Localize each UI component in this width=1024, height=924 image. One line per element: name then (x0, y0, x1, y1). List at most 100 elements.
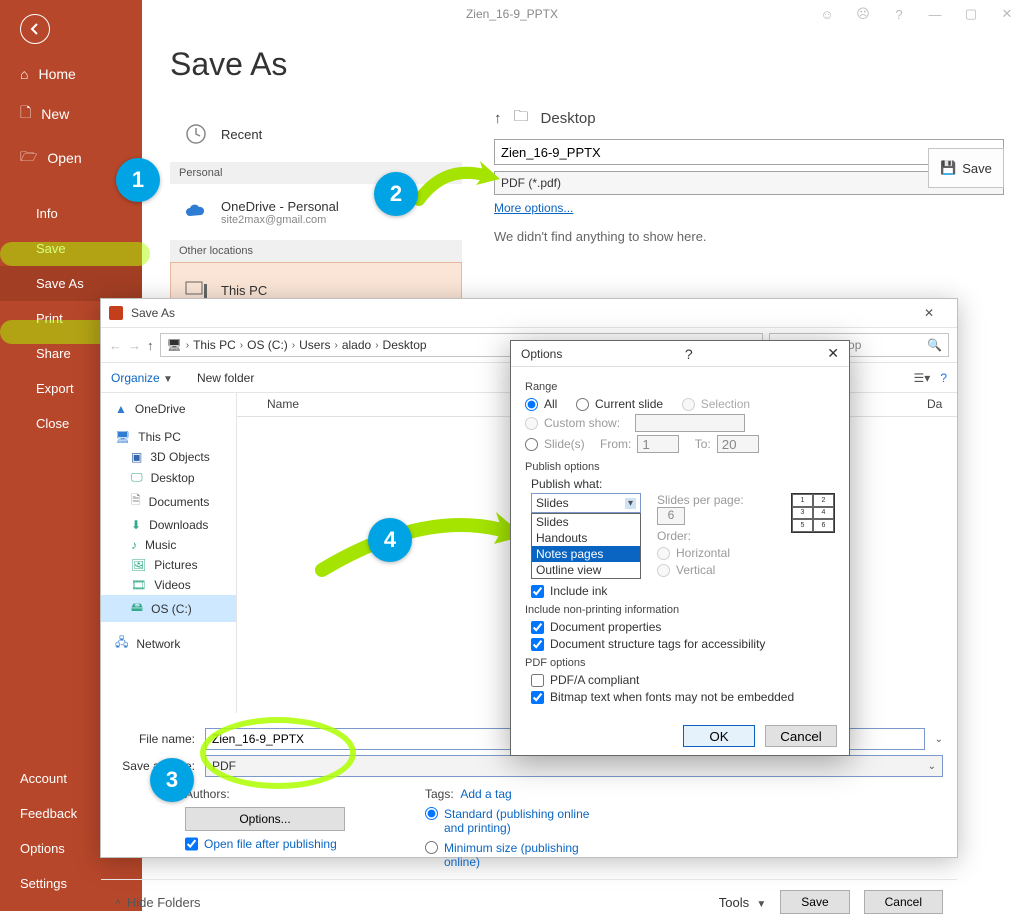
cube-icon: ▣ (131, 450, 142, 464)
callout-arrow-2 (414, 160, 504, 210)
bitmap-checkbox[interactable] (531, 691, 544, 704)
callout-badge-2: 2 (374, 172, 418, 216)
pc-icon: 🖥 (167, 338, 182, 352)
help-icon[interactable]: ? (890, 5, 908, 23)
options-cancel-button[interactable]: Cancel (765, 725, 837, 747)
optimize-min-radio[interactable] (425, 841, 438, 854)
tree-music[interactable]: ♪Music (101, 535, 236, 555)
location-recent[interactable]: Recent (170, 106, 462, 162)
dropdown-option-slides[interactable]: Slides (532, 514, 640, 530)
optimize-standard-radio[interactable] (425, 807, 438, 820)
tree-documents[interactable]: 🗎Documents (101, 488, 236, 515)
folder-open-icon: 🗁 (20, 146, 37, 170)
open-after-checkbox[interactable] (185, 837, 198, 851)
publish-what-select[interactable]: Slides▾ (531, 493, 641, 513)
nav-home[interactable]: ⌂Home (0, 56, 142, 92)
docstruct-checkbox[interactable] (531, 638, 544, 651)
options-close-icon[interactable]: ✕ (827, 345, 839, 362)
callout-badge-4: 4 (368, 518, 412, 562)
face-icon[interactable]: ☺ (818, 5, 836, 23)
callout-badge-1: 1 (116, 158, 160, 202)
face2-icon[interactable]: ☹ (854, 5, 872, 23)
nav-saveas[interactable]: Save As (0, 266, 142, 301)
publish-group-label: Publish options (525, 461, 835, 473)
nav-fwd-icon[interactable]: → (128, 338, 141, 353)
help-icon[interactable]: ? (940, 371, 947, 385)
up-icon[interactable]: ↑ (494, 110, 502, 127)
doc-icon: 🗎 (131, 491, 141, 512)
pdfa-checkbox[interactable] (531, 674, 544, 687)
options-dialog-title: Options (521, 347, 562, 361)
locations-column: Recent Personal OneDrive - Personalsite2… (170, 106, 462, 318)
back-button[interactable] (20, 14, 50, 44)
dialog-cancel-button[interactable]: Cancel (864, 890, 943, 914)
music-icon: ♪ (131, 538, 137, 552)
to-input (717, 435, 759, 453)
pdf-options-dialog: Options ? ✕ Range All Current slide Sele… (510, 340, 850, 756)
save-button[interactable]: 💾 Save (928, 148, 1004, 188)
folder-tree[interactable]: ▲OneDrive 🖥This PC ▣3D Objects 🖵Desktop … (101, 393, 237, 713)
clock-icon (183, 121, 209, 147)
pdfopts-group-label: PDF options (525, 657, 835, 669)
file-icon: 🗋 (20, 102, 31, 126)
nav-up-icon[interactable]: ↑ (147, 338, 154, 353)
nav-info[interactable]: Info (0, 196, 142, 231)
save-disk-icon: 💾 (940, 160, 956, 176)
dropdown-option-notes[interactable]: Notes pages (532, 546, 640, 562)
export-options-button[interactable]: Options... (185, 807, 345, 831)
tree-osc[interactable]: 🖴OS (C:) (101, 595, 236, 622)
hide-folders-toggle[interactable]: ˄Hide Folders (115, 895, 201, 910)
nav-new[interactable]: 🗋New (0, 92, 142, 136)
empty-message: We didn't find anything to show here. (494, 229, 1004, 244)
tree-pictures[interactable]: 🖼Pictures (101, 555, 236, 575)
options-help-icon[interactable]: ? (685, 346, 693, 362)
range-selection-radio (682, 398, 695, 411)
tools-menu[interactable]: Tools ▼ (719, 895, 767, 910)
minimize-icon[interactable]: — (926, 5, 944, 23)
picture-icon: 🖼 (131, 558, 146, 572)
nav-back-icon[interactable]: ← (109, 338, 122, 353)
range-current-radio[interactable] (576, 398, 589, 411)
tree-videos[interactable]: 🎞Videos (101, 575, 236, 595)
include-ink-checkbox[interactable] (531, 585, 544, 598)
new-folder-button[interactable]: New folder (197, 371, 254, 385)
drive-icon: 🖴 (131, 598, 143, 619)
tree-thispc[interactable]: 🖥This PC (101, 427, 236, 447)
add-tag-link[interactable]: Add a tag (460, 787, 511, 801)
powerpoint-icon (109, 306, 123, 320)
folder-icon: 🗀 (514, 106, 529, 131)
search-icon: 🔍 (927, 338, 942, 352)
nonprint-group-label: Include non-printing information (525, 604, 835, 616)
highlight-circle (200, 717, 356, 789)
organize-menu[interactable]: Organize ▼ (111, 371, 173, 385)
tree-network[interactable]: 🖧Network (101, 630, 236, 657)
save-details-column: ↑ 🗀 Desktop PDF (*.pdf)▼ More options...… (494, 106, 1004, 244)
publish-what-dropdown[interactable]: Slides Handouts Notes pages Outline view (531, 513, 641, 579)
tree-desktop[interactable]: 🖵Desktop (101, 467, 236, 488)
close-icon[interactable]: ✕ (998, 5, 1016, 23)
desktop-icon: 🖵 (131, 470, 143, 485)
dialog-close-icon[interactable]: ✕ (909, 306, 949, 320)
cloud-icon: ▲ (115, 402, 127, 416)
maximize-icon[interactable]: ▢ (962, 5, 980, 23)
options-ok-button[interactable]: OK (683, 725, 755, 747)
tree-onedrive[interactable]: ▲OneDrive (101, 399, 236, 419)
docprops-checkbox[interactable] (531, 621, 544, 634)
tree-3d[interactable]: ▣3D Objects (101, 447, 236, 467)
save-breadcrumb[interactable]: ↑ 🗀 Desktop (494, 106, 1004, 131)
range-all-radio[interactable] (525, 398, 538, 411)
order-horiz-radio (657, 547, 670, 560)
dropdown-option-outline[interactable]: Outline view (532, 562, 640, 578)
window-titlebar: Zien_16-9_PPTX ☺ ☹ ? — ▢ ✕ (0, 0, 1024, 28)
view-menu[interactable]: ☰▾ (914, 371, 931, 385)
video-icon: 🎞 (131, 578, 146, 592)
custom-show-select (635, 414, 745, 432)
dropdown-option-handouts[interactable]: Handouts (532, 530, 640, 546)
more-options-link[interactable]: More options... (494, 201, 573, 215)
column-date[interactable]: Da (917, 393, 957, 416)
tree-downloads[interactable]: ⬇Downloads (101, 515, 236, 535)
locations-header-other: Other locations (170, 240, 462, 262)
from-input (637, 435, 679, 453)
range-slides-radio[interactable] (525, 438, 538, 451)
dialog-save-button[interactable]: Save (780, 890, 849, 914)
